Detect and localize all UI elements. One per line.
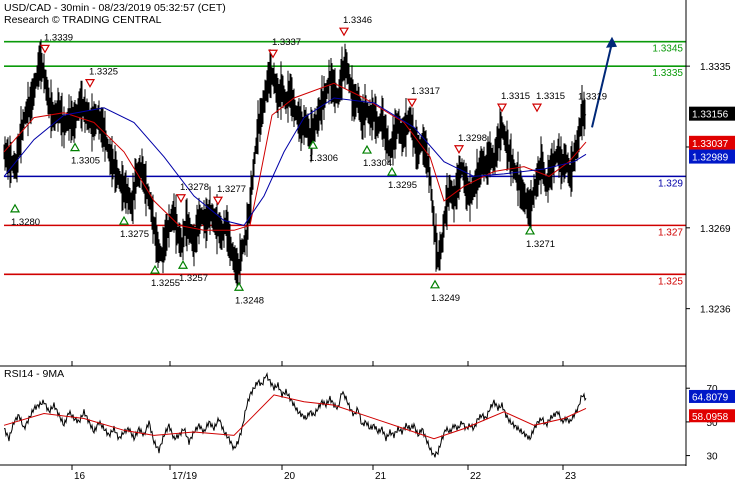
- level-label: 1.327: [658, 227, 683, 238]
- resistance-label: 1.3315: [536, 91, 565, 102]
- x-tick-label: 22: [470, 471, 482, 480]
- ma-fast-badge-label: 1.33037: [692, 139, 729, 150]
- support-label: 1.3249: [431, 293, 460, 304]
- target-label: 1.3319: [578, 91, 607, 102]
- support-label: 1.3271: [526, 239, 555, 250]
- support-label: 1.3248: [235, 295, 264, 306]
- x-tick-label: 20: [284, 471, 296, 480]
- support-label: 1.3257: [179, 273, 208, 284]
- resistance-label: 1.3298: [458, 133, 487, 144]
- rsi-value-badge-label: 64.8079: [692, 392, 729, 403]
- support-label: 1.3295: [388, 180, 417, 191]
- resistance-label: 1.3315: [501, 91, 530, 102]
- rsi-title: RSI14 - 9MA: [4, 368, 64, 380]
- y-tick-label: 1.3236: [700, 305, 731, 316]
- resistance-label: 1.3339: [44, 32, 73, 43]
- resistance-label: 1.3325: [89, 67, 118, 78]
- support-label: 1.3304: [363, 158, 392, 169]
- support-label: 1.3275: [120, 229, 149, 240]
- resistance-label: 1.3317: [411, 86, 440, 97]
- x-tick-label: 16: [74, 471, 86, 480]
- current-price-badge-label: 1.33156: [692, 110, 729, 121]
- resistance-label: 1.3277: [217, 184, 246, 195]
- chart-canvas: USD/CAD - 30min - 08/23/2019 05:32:57 (C…: [0, 0, 735, 480]
- support-label: 1.3255: [151, 278, 180, 289]
- y-tick-label: 1.3269: [700, 224, 731, 235]
- support-label: 1.3306: [309, 153, 338, 164]
- level-label: 1.3345: [652, 44, 683, 55]
- x-tick-label: 21: [375, 471, 387, 480]
- support-label: 1.3305: [71, 156, 100, 167]
- ma-slow-badge-label: 1.32989: [692, 153, 729, 164]
- chart-subtitle: Research © TRADING CENTRAL: [4, 14, 162, 26]
- support-label: 1.3280: [11, 217, 40, 228]
- rsi-ma-badge-label: 58.0958: [692, 412, 729, 423]
- level-label: 1.329: [658, 178, 683, 189]
- y-tick-label: 1.3335: [700, 62, 731, 73]
- x-tick-label: 17/19: [172, 471, 197, 480]
- resistance-label: 1.3337: [272, 37, 301, 48]
- chart-title: USD/CAD - 30min - 08/23/2019 05:32:57 (C…: [4, 2, 226, 14]
- level-label: 1.325: [658, 276, 683, 287]
- x-tick-label: 23: [565, 471, 577, 480]
- resistance-label: 1.3278: [180, 182, 209, 193]
- level-label: 1.3335: [652, 68, 683, 79]
- resistance-label: 1.3346: [343, 15, 372, 26]
- rsi-tick-label: 30: [706, 452, 718, 463]
